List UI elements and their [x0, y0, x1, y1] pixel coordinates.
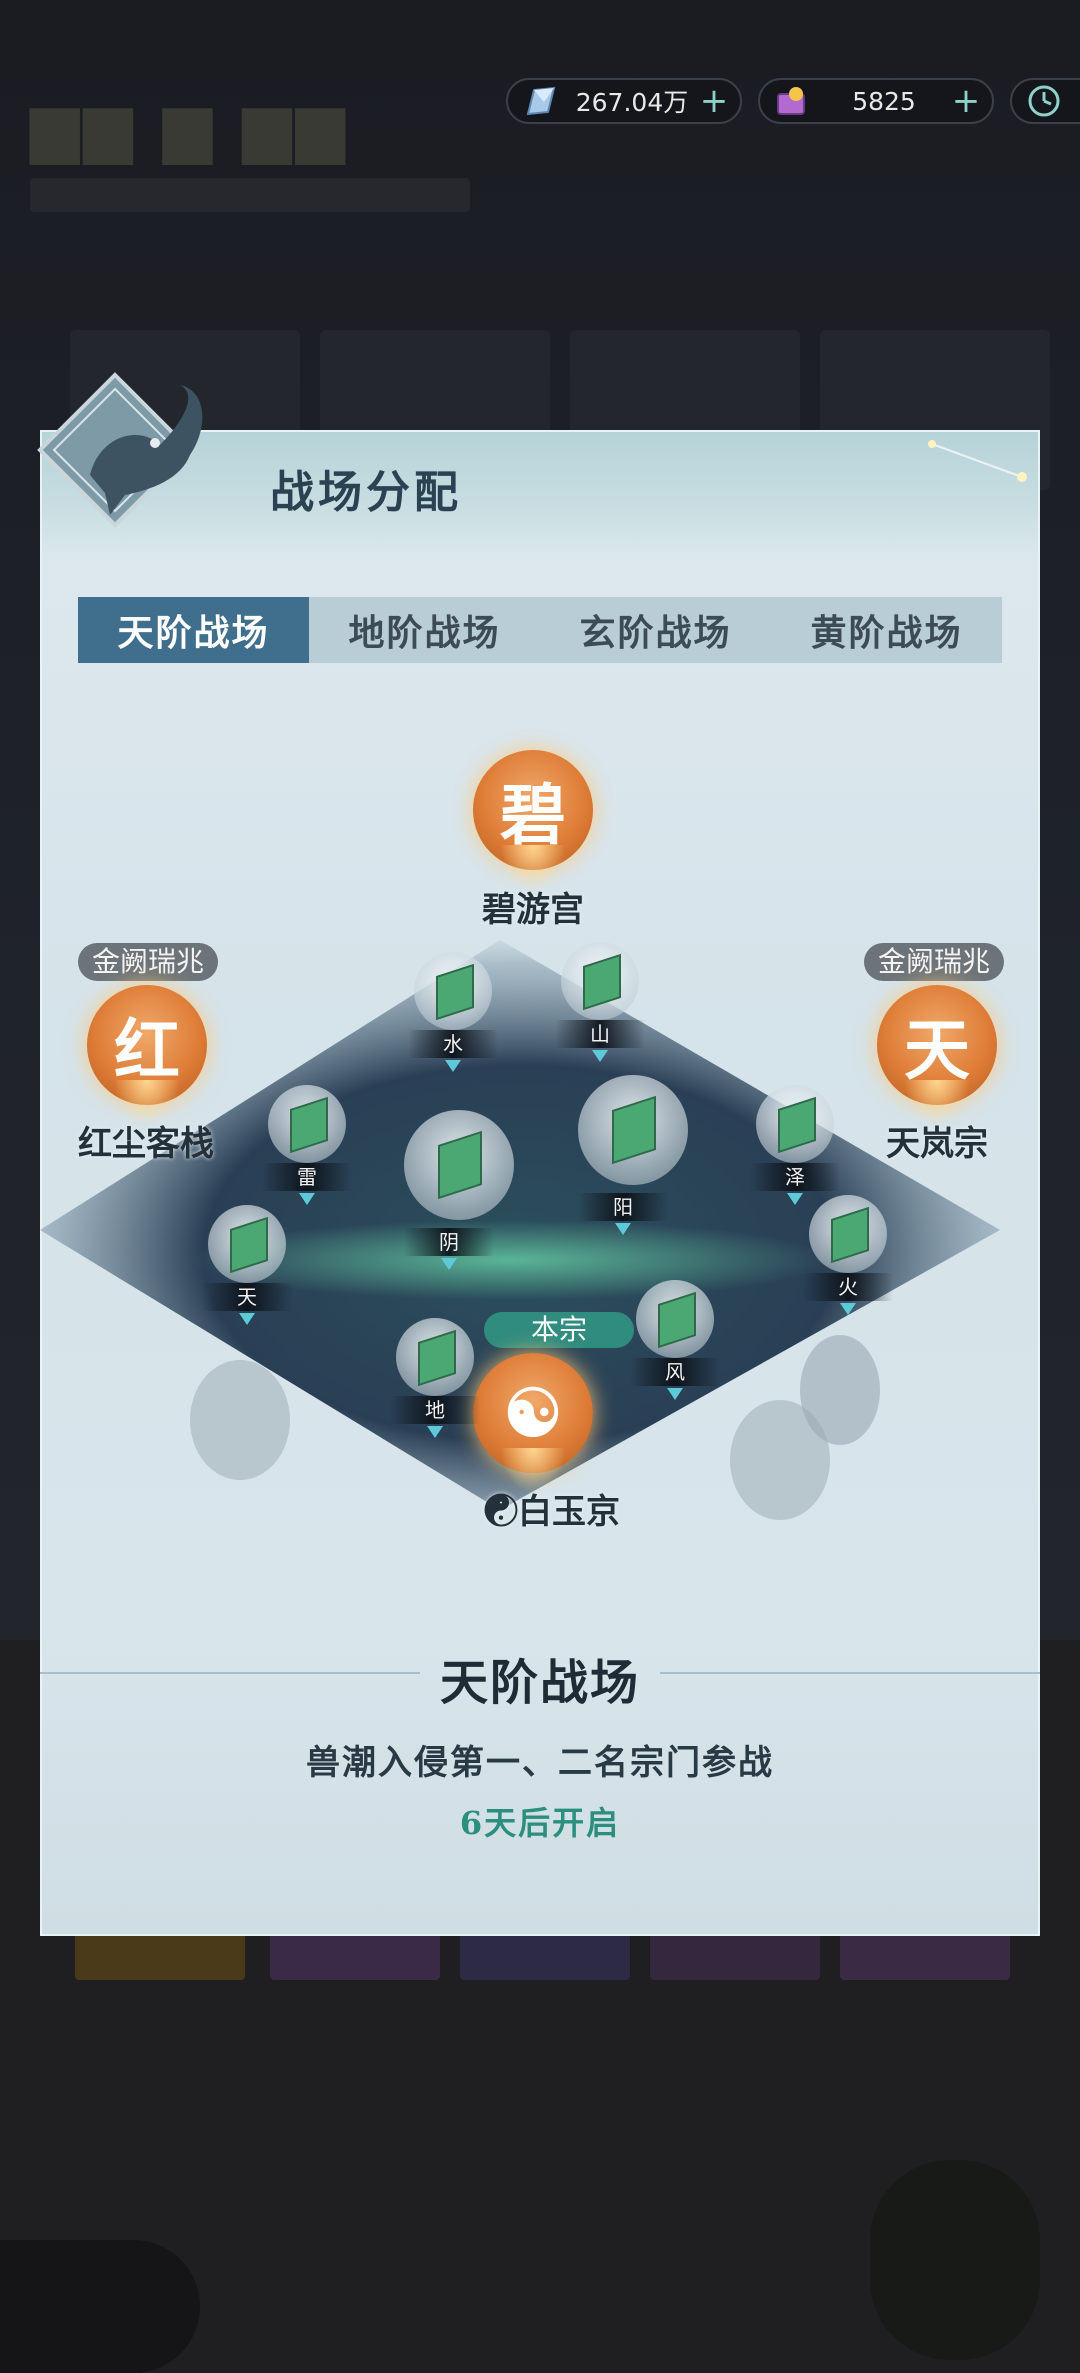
arrow-down-icon — [787, 1193, 803, 1205]
background-title: ▆▆ ▆ ▆▆ — [30, 90, 349, 165]
home-sect-tag: 本宗 — [484, 1312, 634, 1348]
tower-icon — [268, 1085, 346, 1163]
ticket-value: 5825 — [852, 86, 916, 116]
spirit-stone-counter: 267.04万 + — [506, 78, 742, 124]
tab-tian[interactable]: 天阶战场 — [78, 597, 309, 663]
arrow-down-icon — [299, 1193, 315, 1205]
node-label: 阴 — [404, 1228, 494, 1256]
tower-icon — [636, 1280, 714, 1358]
tab-xuan[interactable]: 玄阶战场 — [540, 597, 771, 663]
arrow-down-icon — [239, 1313, 255, 1325]
tower-icon — [578, 1075, 688, 1185]
node-ze[interactable]: 泽 — [750, 1085, 840, 1205]
sect-marker-tianlan[interactable]: 天 — [862, 980, 1012, 1130]
tower-icon — [414, 952, 492, 1030]
background-strip — [270, 1930, 440, 1980]
tab-huang[interactable]: 黄阶战场 — [771, 597, 1002, 663]
tower-icon — [404, 1110, 514, 1220]
node-feng[interactable]: 风 — [630, 1280, 720, 1400]
node-label: 风 — [630, 1358, 720, 1386]
node-huo[interactable]: 火 — [803, 1195, 893, 1315]
sect-marker-biyou[interactable]: 碧 — [458, 745, 608, 895]
node-tian[interactable]: 天 — [202, 1205, 292, 1325]
node-label: 地 — [390, 1396, 480, 1424]
background-subtitle — [30, 178, 470, 212]
sect-marker-hongchen[interactable]: 红 — [72, 980, 222, 1130]
battlefield-title: 天阶战场 — [439, 1655, 640, 1711]
tower-icon — [756, 1085, 834, 1163]
node-yin[interactable]: 阴 — [404, 1110, 514, 1270]
node-di[interactable]: 地 — [390, 1318, 480, 1438]
tower-icon — [561, 942, 639, 1020]
node-label: 天 — [202, 1283, 292, 1311]
clock-button[interactable] — [1010, 78, 1080, 124]
battlefield-tabs: 天阶战场 地阶战场 玄阶战场 黄阶战场 — [78, 597, 1002, 663]
arrow-down-icon — [667, 1388, 683, 1400]
battlefield-description: 兽潮入侵第一、二名宗门参战 — [306, 1743, 774, 1783]
tower-icon — [208, 1205, 286, 1283]
node-yang[interactable]: 阳 — [578, 1075, 688, 1235]
battlefield-open-time: 6天后开启 — [459, 1804, 621, 1842]
sect-name-baiyu: ☯白玉京 — [484, 1492, 620, 1532]
sect-tag-left: 金阙瑞兆 — [78, 943, 219, 981]
node-label: 阳 — [578, 1193, 668, 1221]
tab-di[interactable]: 地阶战场 — [309, 597, 540, 663]
sect-tag-right: 金阙瑞兆 — [864, 943, 1005, 981]
background-action-button — [870, 2160, 1040, 2360]
arrow-down-icon — [445, 1060, 461, 1072]
node-label: 火 — [803, 1273, 893, 1301]
arrow-down-icon — [615, 1223, 631, 1235]
node-label: 山 — [555, 1020, 645, 1048]
node-shan[interactable]: 山 — [555, 942, 645, 1062]
tower-icon — [809, 1195, 887, 1273]
constellation-decor — [928, 440, 1027, 482]
tower-icon — [396, 1318, 474, 1396]
sect-name-tianlan: 天岚宗 — [886, 1124, 988, 1164]
arrow-down-icon — [441, 1258, 457, 1270]
spirit-stone-value: 267.04万 — [575, 88, 689, 117]
node-shui[interactable]: 水 — [408, 952, 498, 1072]
background-back-button — [0, 2240, 200, 2373]
node-label: 水 — [408, 1030, 498, 1058]
node-lei[interactable]: 雷 — [262, 1085, 352, 1205]
arrow-down-icon — [427, 1426, 443, 1438]
node-label: 雷 — [262, 1163, 352, 1191]
arrow-down-icon — [592, 1050, 608, 1062]
background-strip — [650, 1930, 820, 1980]
sect-name-hongchen: 红尘客栈 — [78, 1124, 214, 1164]
add-spirit-stone-button[interactable]: + — [698, 84, 730, 118]
add-ticket-button[interactable]: + — [950, 84, 982, 118]
sect-marker-baiyu[interactable]: ☯ — [458, 1348, 608, 1498]
ticket-icon — [772, 84, 812, 120]
panel-title: 战场分配 — [270, 467, 462, 518]
crystal-icon — [520, 84, 560, 120]
clock-icon — [1028, 85, 1060, 117]
arrow-down-icon — [840, 1303, 856, 1315]
panel-emblem — [37, 372, 203, 528]
node-label: 泽 — [750, 1163, 840, 1191]
ticket-counter: 5825 + — [758, 78, 994, 124]
sect-name-biyou: 碧游宫 — [482, 890, 584, 930]
background-strip — [460, 1930, 630, 1980]
background-strip — [840, 1930, 1010, 1980]
background-strip — [75, 1930, 245, 1980]
